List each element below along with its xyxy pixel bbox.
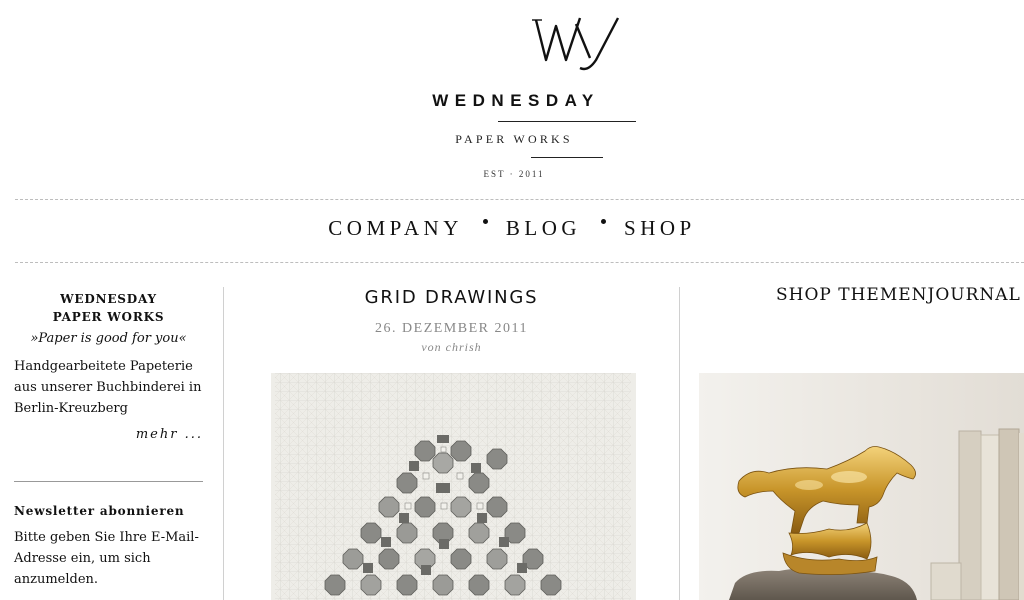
post-title[interactable]: GRID DRAWINGS bbox=[224, 287, 679, 308]
wednesday-monogram-logo[interactable] bbox=[530, 14, 622, 72]
sidebar-heading-line1: WEDNESDAY bbox=[60, 292, 157, 306]
sidebar-tagline: »Paper is good for you« bbox=[30, 331, 187, 346]
post-date: 26. DEZEMBER 2011 bbox=[375, 321, 528, 336]
logo-divider bbox=[498, 121, 636, 122]
post-author: von chrish bbox=[421, 340, 482, 354]
more-link[interactable]: mehr ... bbox=[14, 427, 203, 442]
sidebar-heading-line2: PAPER WORKS bbox=[52, 310, 165, 324]
sidebar-about: WEDNESDAY PAPER WORKS »Paper is good for… bbox=[14, 290, 203, 442]
header-divider bbox=[15, 199, 1024, 200]
sidebar-divider bbox=[14, 481, 203, 482]
nav-separator-dot bbox=[482, 219, 488, 225]
sidebar-description: Handgearbeitete Papeterie aus unserer Bu… bbox=[14, 359, 202, 416]
column-divider bbox=[679, 287, 680, 600]
shop-section-title[interactable]: SHOP THEMENJOURNAL bbox=[776, 285, 1021, 305]
logo-established: EST · 2011 bbox=[483, 169, 545, 179]
logo-subtitle: PAPER WORKS bbox=[455, 132, 573, 146]
nav-separator-dot bbox=[601, 219, 607, 225]
nav-divider bbox=[15, 262, 1024, 263]
shop-product-image[interactable] bbox=[699, 373, 1024, 600]
newsletter-description: Bitte geben Sie Ihre E-Mail-Adresse ein,… bbox=[14, 530, 199, 587]
nav-item-blog[interactable]: BLOG bbox=[506, 216, 581, 241]
logo-title: WEDNESDAY bbox=[432, 91, 600, 110]
main-nav: COMPANY BLOG SHOP bbox=[0, 216, 1024, 241]
logo-divider bbox=[531, 157, 603, 158]
grid-drawing-image[interactable] bbox=[271, 373, 636, 600]
nav-item-shop[interactable]: SHOP bbox=[624, 216, 696, 241]
nav-item-company[interactable]: COMPANY bbox=[328, 216, 463, 241]
newsletter-heading: Newsletter abonnieren bbox=[14, 504, 185, 518]
